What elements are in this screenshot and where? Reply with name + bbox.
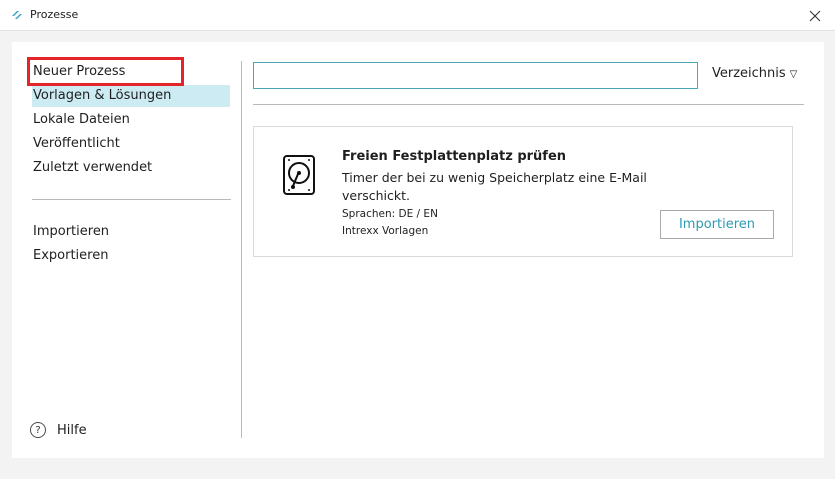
close-icon [809, 10, 821, 21]
template-card: Freien Festplattenplatz prüfen Timer der… [253, 126, 793, 257]
card-source: Intrexx Vorlagen [342, 225, 429, 237]
nav-item-vorlagen-loesungen[interactable]: Vorlagen & Lösungen [32, 85, 230, 107]
search-input[interactable] [253, 62, 698, 89]
nav-item-importieren[interactable]: Importieren [32, 221, 230, 243]
help-link[interactable]: ? Hilfe [30, 421, 87, 439]
import-button[interactable]: Importieren [660, 210, 774, 239]
help-label: Hilfe [57, 422, 87, 438]
title-bar: Prozesse [0, 0, 835, 31]
nav-divider [32, 199, 231, 200]
content-panel: Neuer Prozess Vorlagen & Lösungen Lokale… [12, 42, 824, 458]
directory-dropdown-label: Verzeichnis [712, 66, 786, 81]
card-languages: Sprachen: DE / EN [342, 208, 438, 220]
nav-item-veroeffentlicht[interactable]: Veröffentlicht [32, 133, 230, 155]
hard-disk-icon [283, 155, 315, 195]
vertical-divider [241, 61, 242, 438]
card-description: Timer der bei zu wenig Speicherplatz ein… [342, 170, 647, 203]
nav-item-exportieren[interactable]: Exportieren [32, 245, 230, 267]
directory-dropdown[interactable]: Verzeichnis ▽ [712, 66, 797, 81]
highlight-annotation [27, 57, 184, 86]
search-divider [253, 104, 804, 105]
card-title: Freien Festplattenplatz prüfen [342, 149, 567, 164]
close-button[interactable] [795, 0, 835, 31]
nav-item-zuletzt-verwendet[interactable]: Zuletzt verwendet [32, 157, 230, 179]
help-icon: ? [30, 422, 46, 438]
window-title: Prozesse [30, 8, 79, 21]
triangle-down-icon: ▽ [789, 69, 798, 80]
nav-item-lokale-dateien[interactable]: Lokale Dateien [32, 109, 230, 131]
app-logo-icon [12, 11, 22, 19]
